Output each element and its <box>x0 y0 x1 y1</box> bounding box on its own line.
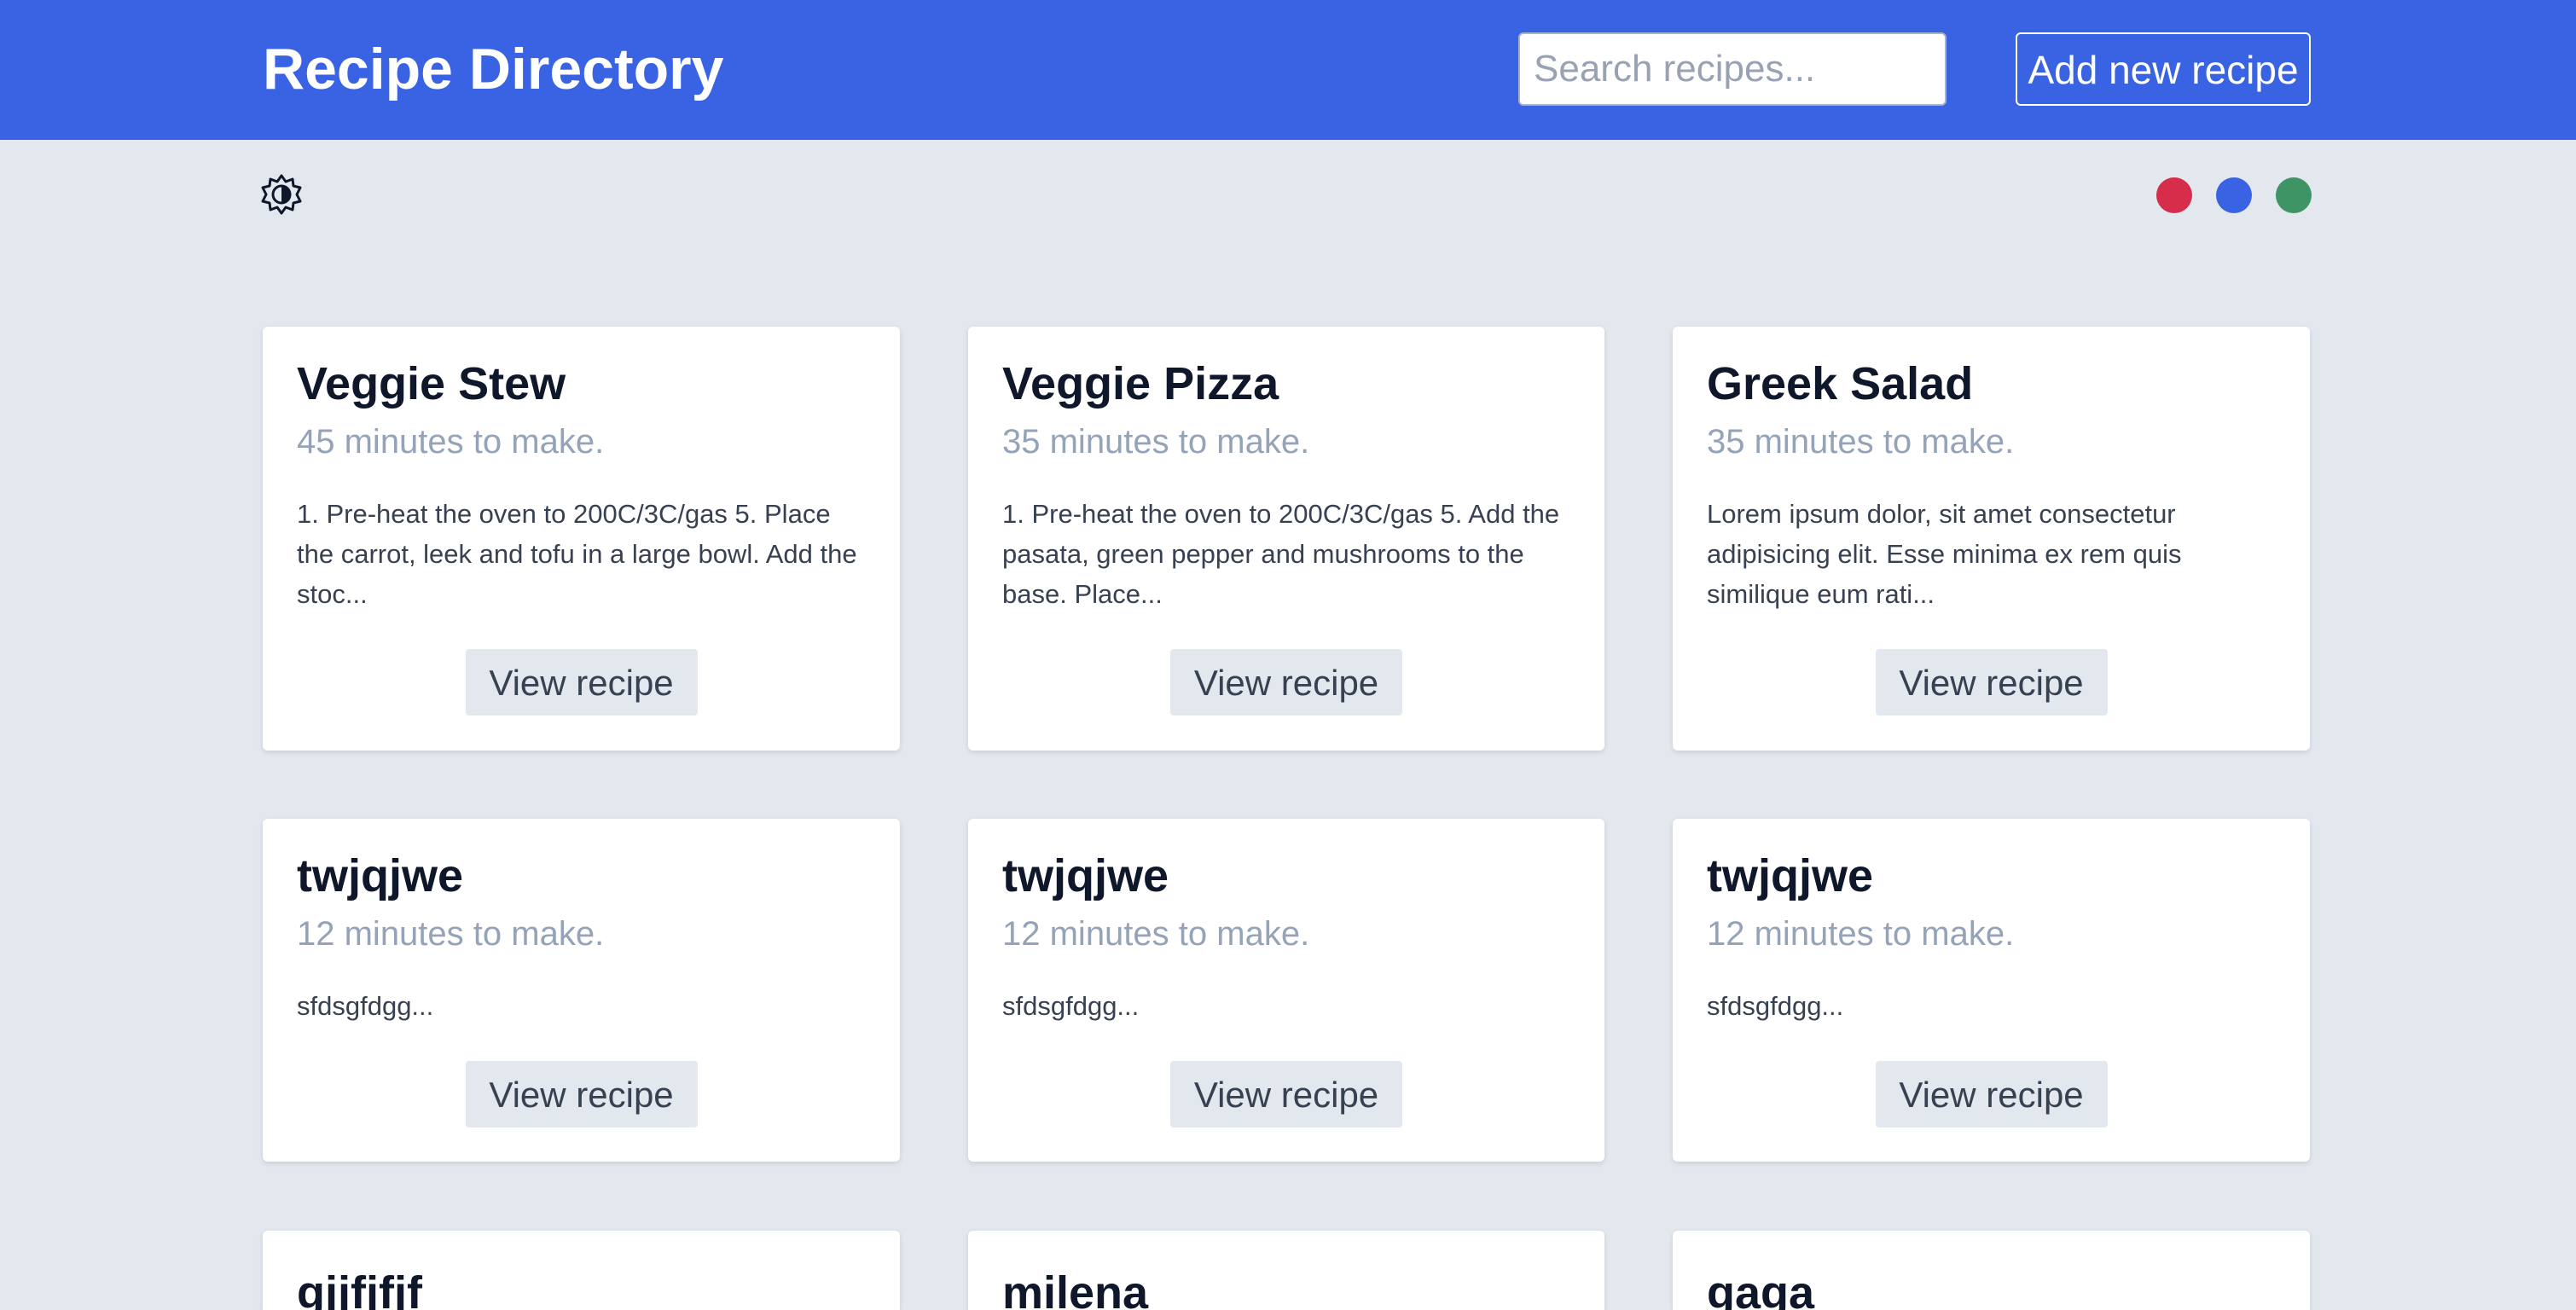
recipe-card: twjqjwe 12 minutes to make. sfdsgfdgg...… <box>1673 819 2310 1162</box>
view-recipe-button[interactable]: View recipe <box>465 1061 698 1127</box>
recipe-description: Lorem ipsum dolor, sit amet consectetur … <box>1707 499 2182 609</box>
recipe-title: milena <box>1002 1267 1149 1310</box>
add-recipe-button[interactable]: Add new recipe <box>2016 32 2311 106</box>
recipe-description: 1. Pre-heat the oven to 200C/3C/gas 5. A… <box>1002 499 1560 609</box>
swatch-red[interactable] <box>2156 177 2192 213</box>
recipe-time: 35 minutes to make. <box>1002 423 1310 461</box>
recipe-title: twjqjwe <box>1707 850 1874 901</box>
recipe-title: Veggie Stew <box>297 358 566 409</box>
recipe-title: Veggie Pizza <box>1002 358 1279 409</box>
recipe-card: gaga <box>1673 1231 2310 1310</box>
view-recipe-button[interactable]: View recipe <box>1875 1061 2108 1127</box>
app-title: Recipe Directory <box>263 37 724 101</box>
swatch-blue[interactable] <box>2216 177 2252 213</box>
recipe-description: sfdsgfdgg... <box>1002 991 1140 1021</box>
swatch-green[interactable] <box>2276 177 2312 213</box>
recipe-time: 12 minutes to make. <box>1002 915 1310 953</box>
recipe-card: twjqjwe 12 minutes to make. sfdsgfdgg...… <box>968 819 1604 1162</box>
view-recipe-button[interactable]: View recipe <box>1170 649 1402 716</box>
recipe-description: 1. Pre-heat the oven to 200C/3C/gas 5. P… <box>297 499 857 609</box>
recipe-description: sfdsgfdgg... <box>1707 991 1844 1021</box>
view-recipe-button[interactable]: View recipe <box>1875 649 2108 716</box>
view-recipe-button[interactable]: View recipe <box>465 649 698 716</box>
search-input[interactable] <box>1518 32 1947 106</box>
recipe-card: twjqjwe 12 minutes to make. sfdsgfdgg...… <box>263 819 900 1162</box>
recipe-description: sfdsgfdgg... <box>297 991 434 1021</box>
recipe-time: 12 minutes to make. <box>1707 915 2015 953</box>
recipe-title: twjqjwe <box>297 850 464 901</box>
recipe-card: Greek Salad 35 minutes to make. Lorem ip… <box>1673 327 2310 751</box>
recipe-card: Veggie Pizza 35 minutes to make. 1. Pre-… <box>968 327 1604 751</box>
recipe-time: 45 minutes to make. <box>297 423 605 461</box>
recipe-card: gjjfjfjf <box>263 1231 900 1310</box>
recipe-title: gaga <box>1707 1267 1815 1310</box>
recipe-title: gjjfjfjf <box>297 1267 422 1310</box>
top-header: Recipe Directory Add new recipe <box>0 0 2576 140</box>
recipe-time: 12 minutes to make. <box>297 915 605 953</box>
recipe-card: Veggie Stew 45 minutes to make. 1. Pre-h… <box>263 327 900 751</box>
brightness-icon[interactable] <box>261 174 302 215</box>
recipe-time: 35 minutes to make. <box>1707 423 2015 461</box>
view-recipe-button[interactable]: View recipe <box>1170 1061 1402 1127</box>
recipe-title: twjqjwe <box>1002 850 1169 901</box>
recipe-card: milena <box>968 1231 1604 1310</box>
recipe-title: Greek Salad <box>1707 358 1974 409</box>
